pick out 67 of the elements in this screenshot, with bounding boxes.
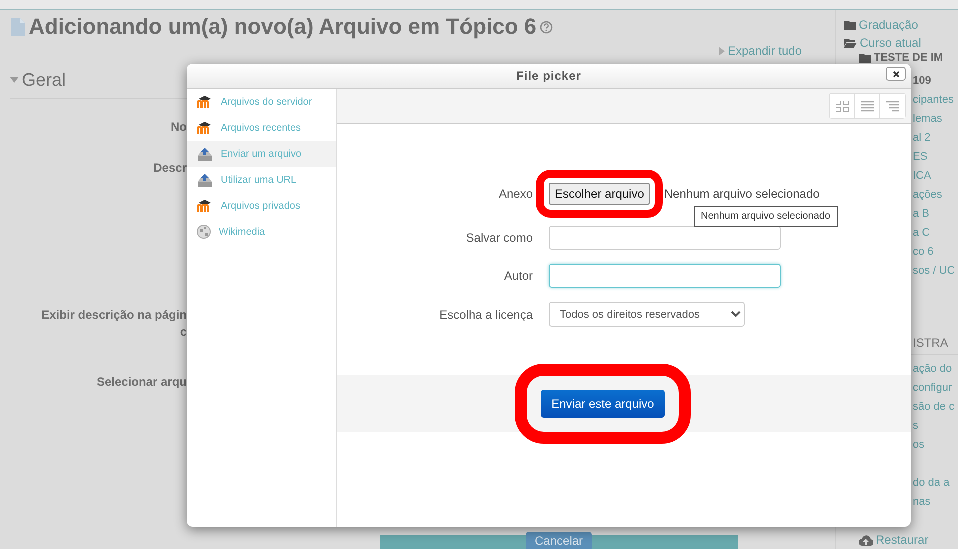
- mortarboard-icon: [197, 96, 213, 108]
- sidebar-link[interactable]: co 6: [913, 242, 934, 262]
- form-label: No: [170, 120, 187, 135]
- upload-button[interactable]: Enviar este arquivo: [540, 390, 666, 418]
- repository-item[interactable]: Arquivos privados: [187, 193, 336, 219]
- repository-item[interactable]: Arquivos do servidor: [187, 89, 336, 115]
- tree-view-icon: [886, 100, 899, 112]
- dialog-title: File picker: [516, 68, 582, 85]
- file-status: Nenhum arquivo selecionado: [664, 186, 820, 203]
- upload-tray-icon: [197, 173, 213, 187]
- field-label: Autor: [503, 268, 534, 285]
- repository-item[interactable]: Arquivos recentes: [187, 115, 336, 141]
- upload-tray-icon: [197, 147, 213, 161]
- course-name[interactable]: TESTE DE IM: [874, 52, 944, 64]
- text-input[interactable]: [549, 226, 781, 250]
- mortarboard-icon: [197, 200, 213, 212]
- sidebar-link[interactable]: Restaurar: [876, 532, 929, 549]
- section-heading[interactable]: Geral: [22, 68, 66, 92]
- cancel-button[interactable]: Cancelar: [526, 532, 592, 549]
- close-icon: [892, 70, 900, 78]
- document-icon: [10, 17, 26, 37]
- form-label: c: [179, 325, 187, 340]
- repository-item[interactable]: Wikimedia: [187, 219, 336, 245]
- sidebar-link[interactable]: lemas: [913, 110, 942, 129]
- field-label: Escolha a licença: [438, 306, 534, 324]
- sidebar-link[interactable]: são de c: [913, 398, 955, 418]
- globe-icon: [197, 225, 211, 239]
- folder-open-icon: [844, 38, 857, 48]
- sidebar-link[interactable]: do da a: [913, 474, 950, 493]
- folder-icon: [844, 20, 856, 30]
- sidebar-link[interactable]: Graduação: [859, 16, 918, 34]
- form-label: Descr: [152, 161, 187, 176]
- repository-item[interactable]: Utilizar uma URL: [187, 167, 336, 193]
- sidebar-link[interactable]: cipantes: [913, 90, 954, 110]
- field-label: Anexo: [498, 186, 534, 203]
- sidebar-link[interactable]: s: [913, 417, 918, 436]
- view-button[interactable]: [830, 94, 855, 118]
- sidebar-link[interactable]: sos / UC: [913, 262, 956, 281]
- repository-item[interactable]: Enviar um arquivo: [187, 141, 336, 167]
- sidebar-link[interactable]: ICA: [913, 166, 932, 186]
- list-view-icon: [860, 100, 874, 112]
- mortarboard-icon: [197, 122, 213, 134]
- expand-all-link[interactable]: Expandir tudo: [728, 45, 802, 58]
- sidebar-link[interactable]: ES: [913, 148, 928, 167]
- field-label: Salvar como: [465, 230, 534, 247]
- grid-view-icon: [836, 100, 848, 112]
- cloud-upload-icon: [859, 535, 873, 546]
- license-select[interactable]: Todos os direitos reservados: [549, 302, 745, 327]
- sidebar-link[interactable]: a C: [913, 224, 930, 243]
- course-name[interactable]: 109: [913, 72, 932, 91]
- tooltip: Nenhum arquivo selecionado: [694, 206, 838, 227]
- form-label: Selecionar arqu: [96, 375, 187, 390]
- form-label: Exibir descrição na págin: [40, 308, 187, 323]
- expand-triangle-icon: [718, 47, 725, 56]
- sidebar-link[interactable]: os: [913, 436, 925, 456]
- help-icon: [540, 20, 553, 34]
- sidebar-link[interactable]: Curso atual: [860, 34, 922, 52]
- text-input[interactable]: [549, 264, 781, 288]
- sidebar-link[interactable]: a B: [913, 204, 930, 224]
- sidebar-link[interactable]: configur: [913, 379, 952, 398]
- sidebar-link[interactable]: ações: [913, 186, 942, 205]
- sidebar-link[interactable]: ação do: [913, 360, 952, 380]
- sidebar-link[interactable]: al 2: [913, 128, 931, 148]
- collapse-triangle-icon: [10, 77, 19, 83]
- page-title: Adicionando um(a) novo(a) Arquivo em Tópico 6: [29, 14, 537, 40]
- sidebar-link[interactable]: nas: [913, 493, 931, 512]
- close-button[interactable]: [886, 67, 906, 81]
